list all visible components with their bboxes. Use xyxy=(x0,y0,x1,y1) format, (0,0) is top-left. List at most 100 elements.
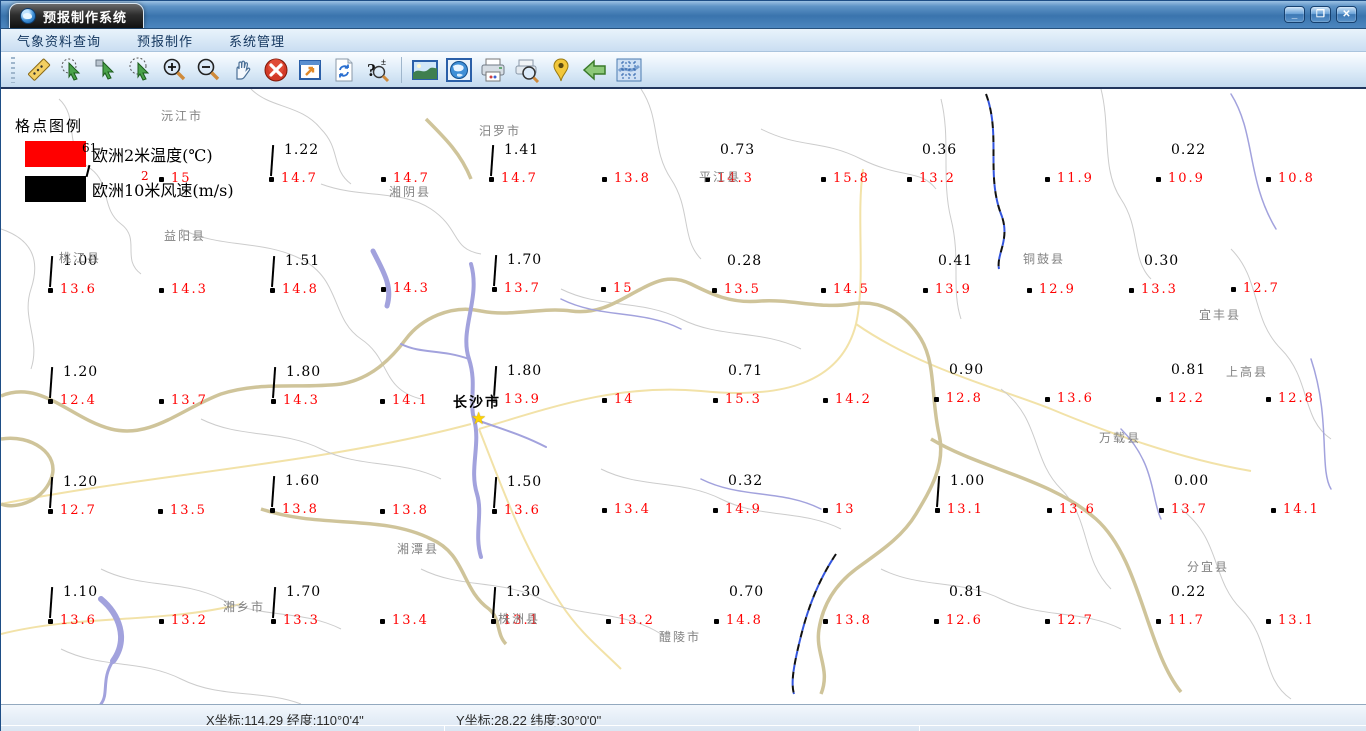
pan-hand-button[interactable] xyxy=(225,55,259,85)
grid-point-wind-speed: 0.32 xyxy=(728,473,764,489)
grid-point-wind-speed: 0.81 xyxy=(1171,362,1207,378)
select-arrow-icon xyxy=(95,59,115,80)
grid-point-wind-speed: 0.70 xyxy=(729,584,765,600)
grid-point-temperature: 12.8 xyxy=(1278,391,1315,406)
grid-point-dot xyxy=(935,508,940,513)
zoom-in-button[interactable] xyxy=(157,55,191,85)
grid-point-dot xyxy=(271,619,276,624)
city-label-宜丰县: 宜丰县 xyxy=(1199,308,1242,322)
zoom-in-icon xyxy=(163,58,186,80)
back-navigation-button[interactable] xyxy=(578,55,612,85)
close-button[interactable]: ✕ xyxy=(1336,6,1357,23)
grid-point-wind-speed: 0.36 xyxy=(922,142,958,158)
zoom-out-icon xyxy=(197,58,220,80)
grid-region-select-button[interactable] xyxy=(612,55,646,85)
grid-point-dot xyxy=(934,619,939,624)
grid-point-temperature: 12.4 xyxy=(60,393,97,408)
refresh-layers-icon xyxy=(335,58,353,81)
grid-point-temperature: 15 xyxy=(613,281,634,296)
grid-point-temperature: 13.3 xyxy=(283,613,320,628)
grid-point-dot xyxy=(602,398,607,403)
print-button[interactable] xyxy=(476,55,510,85)
menu-system-management[interactable]: 系统管理 xyxy=(225,29,289,52)
legend-temp-label: 欧洲2米温度(℃) xyxy=(92,146,213,165)
grid-point-dot xyxy=(381,287,386,292)
grid-point-dot xyxy=(1129,288,1134,293)
select-by-circle-button[interactable] xyxy=(55,55,89,85)
city-label-万载县: 万载县 xyxy=(1099,431,1142,445)
obscured-wind-value-fragment: 61 xyxy=(82,141,98,155)
grid-point-temperature: 14.1 xyxy=(392,393,429,408)
svg-text:?: ? xyxy=(367,60,376,80)
menu-weather-data-query[interactable]: 气象资料查询 xyxy=(13,29,105,52)
measure-tool-button[interactable] xyxy=(21,55,55,85)
grid-region-icon xyxy=(616,58,642,81)
grid-point-temperature: 14 xyxy=(614,392,635,407)
grid-point-dot xyxy=(1159,508,1164,513)
minimize-button[interactable]: _ xyxy=(1284,6,1305,23)
grid-point-temperature: 14.3 xyxy=(171,282,208,297)
app-globe-icon xyxy=(20,8,36,24)
grid-point-temperature: 13.6 xyxy=(60,282,97,297)
title-tab[interactable]: 预报制作系统 xyxy=(9,3,145,28)
menu-bar: 气象资料查询 预报制作 系统管理 xyxy=(1,29,1366,52)
print-icon xyxy=(481,58,505,81)
grid-point-temperature: 15.8 xyxy=(833,171,870,186)
clear-map-button[interactable] xyxy=(259,55,293,85)
select-arrow-button[interactable] xyxy=(89,55,123,85)
refresh-layers-button[interactable] xyxy=(327,55,361,85)
grid-point-temperature: 13.8 xyxy=(392,503,429,518)
map-canvas[interactable]: 15 14.7 1.22 14.7 14.7 1.41 13.8 14.3 0.73 15.8 13… xyxy=(1,89,1366,704)
grid-point-temperature: 10.8 xyxy=(1278,171,1315,186)
grid-point-dot xyxy=(606,619,611,624)
grid-point-temperature: 13.1 xyxy=(1278,613,1315,628)
grid-point-temperature: 12.2 xyxy=(1168,391,1205,406)
placemark-button[interactable] xyxy=(544,55,578,85)
globe-view-button[interactable] xyxy=(442,55,476,85)
identify-zoom-button[interactable]: ? ± xyxy=(361,55,395,85)
grid-point-temperature: 13.2 xyxy=(171,613,208,628)
grid-point-wind-speed: 1.00 xyxy=(950,473,986,489)
grid-point-wind-speed: 1.20 xyxy=(63,364,99,380)
city-label-湘潭县: 湘潭县 xyxy=(397,542,440,556)
grid-point-temperature: 13.8 xyxy=(282,502,319,517)
grid-point-temperature: 13.7 xyxy=(1171,502,1208,517)
toolbar: ? ± xyxy=(1,52,1366,89)
image-export-button[interactable] xyxy=(408,55,442,85)
grid-point-temperature: 13.9 xyxy=(504,392,541,407)
grid-point-temperature: 12.7 xyxy=(60,503,97,518)
menu-forecast-production[interactable]: 预报制作 xyxy=(133,29,197,52)
full-extent-window-button[interactable] xyxy=(293,55,327,85)
full-extent-icon xyxy=(299,59,321,80)
city-label-桃江县: 桃江县 xyxy=(59,251,102,265)
grid-point-temperature: 13.6 xyxy=(1059,502,1096,517)
select-lasso-button[interactable] xyxy=(123,55,157,85)
restore-button[interactable]: ❐ xyxy=(1310,6,1331,23)
grid-point-dot xyxy=(713,508,718,513)
grid-point-dot xyxy=(48,509,53,514)
grid-point-temperature: 13 xyxy=(835,502,856,517)
grid-point-dot xyxy=(602,177,607,182)
grid-point-dot xyxy=(492,509,497,514)
toolbar-separator xyxy=(401,56,402,83)
city-label-汨罗市: 汨罗市 xyxy=(479,124,522,138)
grid-point-temperature: 13.6 xyxy=(60,613,97,628)
globe-view-icon xyxy=(446,57,472,82)
grid-point-wind-speed: 1.50 xyxy=(507,474,543,490)
zoom-out-button[interactable] xyxy=(191,55,225,85)
obscured-temp-value-fragment: 2 xyxy=(141,169,149,183)
grid-point-dot xyxy=(1271,508,1276,513)
grid-point-temperature: 13.2 xyxy=(919,171,956,186)
print-preview-button[interactable] xyxy=(510,55,544,85)
app-window: 预报制作系统 _ ❐ ✕ 气象资料查询 预报制作 系统管理 ? ± 15 14.… xyxy=(0,0,1366,731)
grid-point-dot xyxy=(381,177,386,182)
grid-point-temperature: 13.6 xyxy=(504,503,541,518)
status-sub-panels xyxy=(1,725,1366,731)
toolbar-grip[interactable] xyxy=(11,56,15,83)
grid-point-dot xyxy=(1027,288,1032,293)
grid-point-temperature: 14.8 xyxy=(726,613,763,628)
city-label-分宜县: 分宜县 xyxy=(1187,560,1230,574)
grid-point-dot xyxy=(380,509,385,514)
grid-point-wind-speed: 0.73 xyxy=(720,142,756,158)
grid-point-temperature: 12.7 xyxy=(1243,281,1280,296)
